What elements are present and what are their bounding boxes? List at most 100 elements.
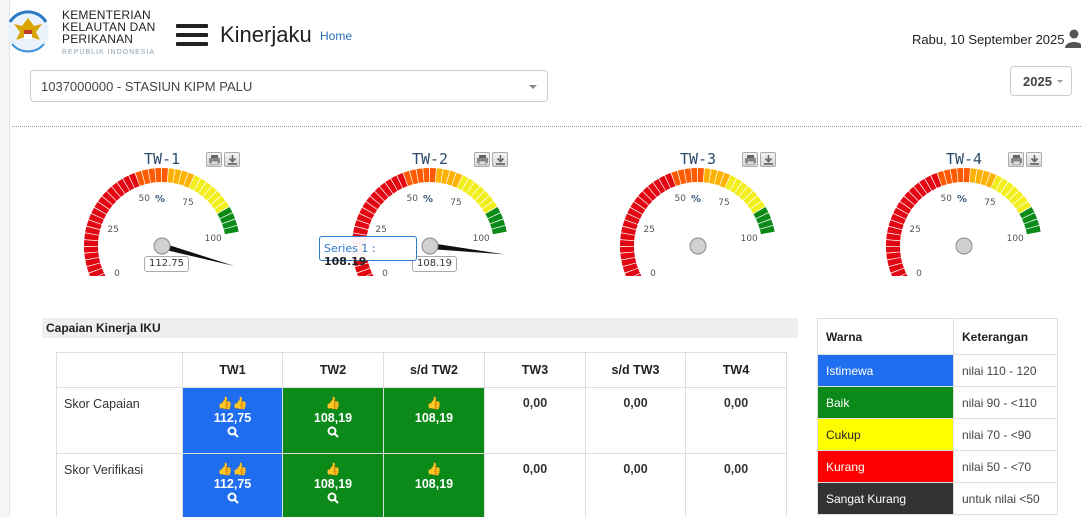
download-button[interactable] — [760, 152, 776, 167]
menu-toggle-icon[interactable] — [176, 24, 208, 46]
sidebar-edge — [0, 0, 10, 517]
search-icon[interactable] — [227, 426, 239, 438]
search-icon[interactable] — [227, 492, 239, 504]
gauge-unit: % — [423, 194, 433, 205]
legend-row: Cukup nilai 70 - <90 — [817, 418, 1058, 451]
print-button[interactable] — [474, 152, 490, 167]
gauge-tw1: 0 25 50 75 100% TW-1 112.75 — [42, 146, 282, 276]
page: KEMENTERIAN KELAUTAN DAN PERIKANAN REPUB… — [0, 0, 1081, 517]
gauge-band-segment — [886, 246, 901, 253]
gauge-tooltip: Series 1 : 108.19 — [319, 236, 417, 268]
column-header: s/d TW2 — [383, 352, 485, 388]
legend-description: untuk nilai <50 — [953, 482, 1058, 515]
print-button[interactable] — [742, 152, 758, 167]
legend-row: Sangat Kurang untuk nilai <50 — [817, 482, 1058, 515]
gauge-band-segment — [964, 168, 970, 183]
legend-row: Istimewa nilai 110 - 120 — [817, 354, 1058, 387]
gauge-tick-label: 25 — [107, 225, 118, 235]
column-header: TW4 — [685, 352, 787, 388]
column-header: Warna — [817, 318, 954, 355]
score-value: 112,75 — [213, 411, 252, 425]
score-cell[interactable]: 👍 108,19 — [282, 387, 384, 454]
gauge-band-segment — [698, 168, 704, 183]
gauge-tick-label: 50 — [138, 194, 150, 204]
gauge-tick-label: 50 — [940, 194, 952, 204]
app-title: Kinerjaku — [220, 22, 312, 47]
score-value: 108,19 — [313, 477, 353, 491]
download-button[interactable] — [224, 152, 240, 167]
column-header: s/d TW3 — [585, 352, 686, 388]
print-icon — [1011, 155, 1022, 165]
gauge-title: TW-3 — [679, 150, 717, 168]
score-cell[interactable]: 👍 108,19 — [282, 453, 384, 517]
score-value: 108,19 — [313, 411, 353, 425]
gauge-tick-label: 0 — [916, 269, 922, 276]
column-header — [56, 352, 183, 388]
print-icon — [745, 155, 756, 165]
gauge-tick-label: 50 — [674, 194, 686, 204]
thumbs-up-icon: 👍 — [426, 396, 442, 410]
gauge-unit: % — [155, 194, 165, 205]
gauge-unit: % — [691, 194, 701, 205]
download-icon — [228, 155, 237, 165]
gauge-band-segment — [620, 246, 635, 253]
gauge-band-segment — [84, 246, 99, 253]
legend-description: nilai 70 - <90 — [953, 418, 1058, 451]
score-cell[interactable]: 👍👍 112,75 — [182, 387, 283, 454]
year-select[interactable]: 2025 — [1010, 66, 1072, 96]
score-cell: 👍 108,19 — [383, 453, 485, 517]
column-header: TW2 — [282, 352, 384, 388]
search-icon[interactable] — [327, 426, 339, 438]
organization-name: KEMENTERIAN KELAUTAN DAN PERIKANAN REPUB… — [62, 9, 156, 59]
score-cell: 👍 108,19 — [383, 387, 485, 454]
unit-select-value: 1037000000 - STASIUN KIPM PALU — [41, 79, 253, 94]
print-button[interactable] — [1008, 152, 1024, 167]
column-header: Keterangan — [953, 318, 1058, 355]
thumbs-up-icon: 👍 — [325, 462, 341, 476]
gauge-needle — [429, 243, 505, 255]
current-date: Rabu, 10 September 2025 — [912, 32, 1065, 47]
unit-select[interactable]: 1037000000 - STASIUN KIPM PALU — [30, 70, 548, 102]
score-cell: 0,00 — [484, 453, 586, 517]
search-icon[interactable] — [327, 492, 339, 504]
legend-description: nilai 90 - <110 — [953, 386, 1058, 419]
thumbs-up-icon: 👍👍 — [217, 462, 248, 476]
gauge-band-segment — [957, 168, 964, 183]
legend-header-row: Warna Keterangan — [817, 318, 1058, 355]
score-cell[interactable]: 👍👍 112,75 — [182, 453, 283, 517]
legend-swatch: Cukup — [817, 418, 954, 451]
legend-swatch: Kurang — [817, 450, 954, 483]
year-select-value: 2025 — [1023, 74, 1052, 89]
gauge-tick-label: 0 — [382, 269, 388, 276]
print-button[interactable] — [206, 152, 222, 167]
column-header: TW3 — [484, 352, 586, 388]
home-link[interactable]: Home — [320, 29, 352, 43]
gauge-title: TW-2 — [411, 150, 449, 168]
gauge-tick-label: 25 — [643, 225, 654, 235]
legend-swatch: Istimewa — [817, 354, 954, 387]
download-button[interactable] — [1026, 152, 1042, 167]
thumbs-up-icon: 👍 — [325, 396, 341, 410]
legend-description: nilai 50 - <70 — [953, 450, 1058, 483]
gauge-tw3: 0 25 50 75 100% TW-3 — [578, 146, 818, 276]
gauge-title: TW-4 — [945, 150, 983, 168]
score-cell: 0,00 — [585, 453, 686, 517]
tooltip-series: Series 1 : — [324, 242, 376, 255]
chevron-down-icon — [1057, 80, 1063, 83]
score-cell: 0,00 — [484, 387, 586, 454]
score-value: 112,75 — [213, 477, 252, 491]
gauge-tick-label: 0 — [650, 269, 656, 276]
print-icon — [477, 155, 488, 165]
gauge-band-segment — [886, 240, 901, 246]
tooltip-value: 108.19 — [324, 255, 367, 268]
gauge-tick-label: 75 — [450, 198, 461, 208]
gauge-tick-label: 75 — [182, 198, 193, 208]
gauge-tick-label: 0 — [114, 269, 120, 276]
gauge-value-label: 108.19 — [412, 256, 457, 272]
score-value: 108,19 — [414, 411, 454, 425]
row-label: Skor Verifikasi — [56, 453, 183, 517]
download-button[interactable] — [492, 152, 508, 167]
gauge-band-segment — [620, 240, 635, 246]
table-row: Skor Capaian 👍👍 112,75 👍 108,19 👍 108,19… — [56, 387, 787, 454]
user-icon[interactable] — [1064, 28, 1081, 48]
